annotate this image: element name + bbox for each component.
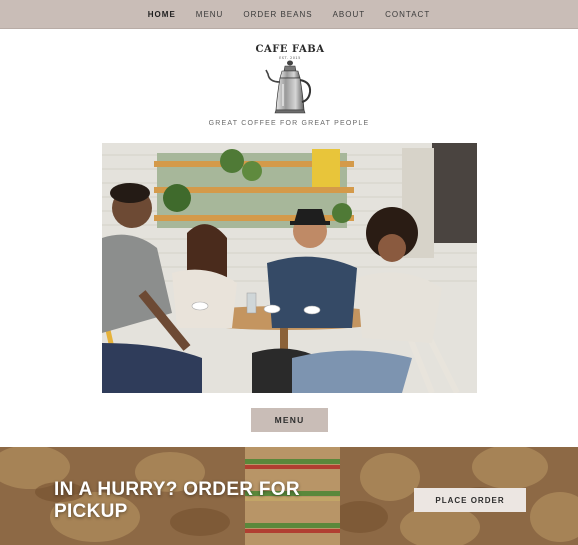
- coffee-pot-icon: [265, 60, 312, 114]
- place-order-button[interactable]: PLACE ORDER: [414, 488, 526, 512]
- cafe-photo-icon: [102, 143, 477, 393]
- cafe-logo[interactable]: CAFE FABA EST. 2015: [255, 40, 325, 118]
- nav-item-home[interactable]: HOME: [148, 10, 176, 19]
- nav-item-order-beans[interactable]: ORDER BEANS: [243, 10, 312, 19]
- nav-item-menu[interactable]: MENU: [196, 10, 224, 19]
- nav-item-about[interactable]: ABOUT: [333, 10, 366, 19]
- menu-button[interactable]: MENU: [251, 408, 328, 432]
- nav-item-contact[interactable]: CONTACT: [385, 10, 430, 19]
- logo-name: CAFE FABA: [255, 44, 325, 55]
- banner-title: IN A HURRY? ORDER FOR PICKUP: [54, 479, 300, 522]
- hero-image: [102, 143, 477, 393]
- tagline: GREAT COFFEE FOR GREAT PEOPLE: [208, 120, 370, 127]
- top-navigation: HOME MENU ORDER BEANS ABOUT CONTACT: [0, 0, 578, 29]
- pickup-banner: IN A HURRY? ORDER FOR PICKUP PLACE ORDER: [0, 447, 578, 545]
